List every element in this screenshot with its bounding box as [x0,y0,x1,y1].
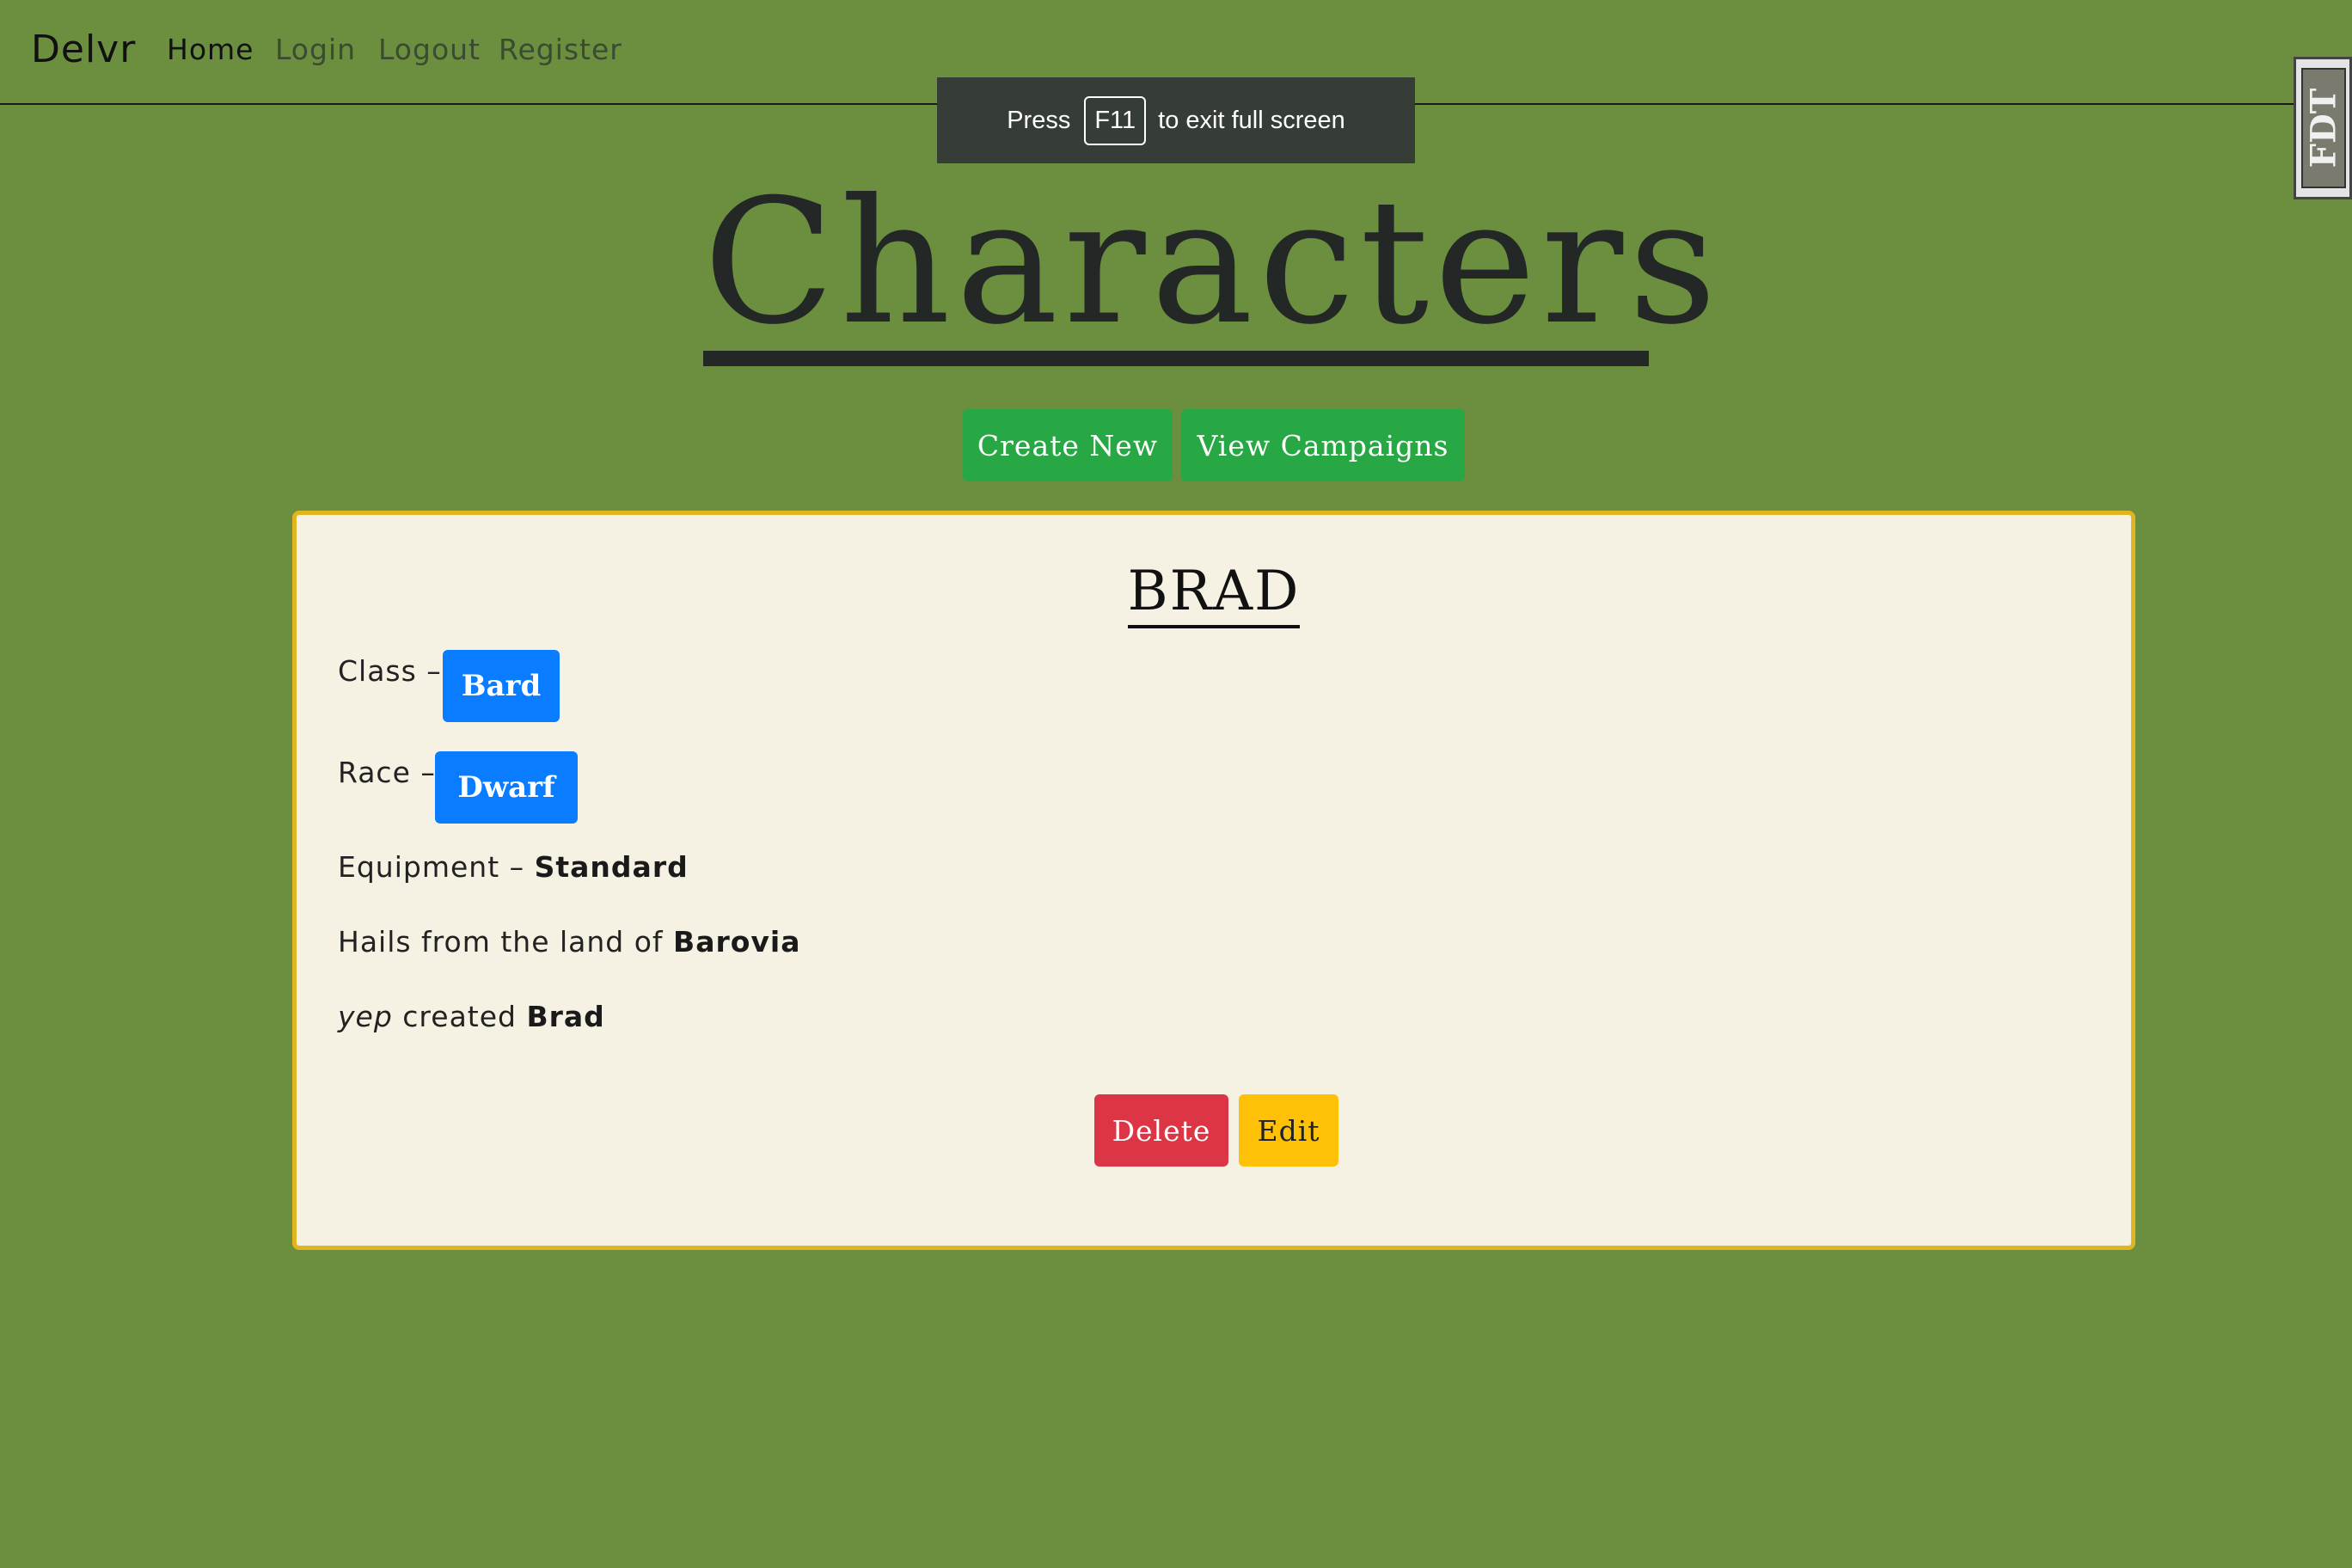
side-widget-panel: FDT [2301,68,2346,188]
edit-button[interactable]: Edit [1239,1094,1338,1167]
title-underline [703,351,1649,366]
side-widget-tab[interactable]: FDT [2294,57,2352,199]
origin-label: Hails from the land of [338,925,664,959]
creator-value: Brad [526,1000,605,1033]
character-name: BRAD [297,560,2131,628]
nav-logout-link[interactable]: Logout [378,33,481,66]
race-badge[interactable]: Dwarf [435,751,578,824]
fullscreen-notice-prefix: Press [1007,106,1071,134]
view-campaigns-button[interactable]: View Campaigns [1181,409,1465,481]
nav-login-link[interactable]: Login [275,33,356,66]
class-label: Class – [338,654,442,688]
origin-row: Hails from the land of Barovia [338,925,801,959]
origin-value: Barovia [673,925,801,959]
side-widget-label: FDT [2303,88,2344,168]
class-badge[interactable]: Bard [443,650,560,722]
character-name-text: BRAD [1127,560,1301,628]
page-title: Characters [703,162,1722,363]
create-new-button[interactable]: Create New [963,409,1173,481]
brand-link[interactable]: Delvr [31,28,136,71]
nav-home-link[interactable]: Home [167,33,254,66]
character-card: BRAD Class – Bard Race – Dwarf Equipment… [292,511,2135,1250]
equipment-value: Standard [534,850,689,884]
nav-register-link[interactable]: Register [499,33,622,66]
race-label: Race – [338,756,436,789]
equipment-row: Equipment – Standard [338,850,689,884]
equipment-label: Equipment – [338,850,525,884]
creator-user: yep [338,1000,393,1033]
creator-label: created [402,1000,517,1033]
f11-key-badge: F11 [1084,95,1147,145]
delete-button[interactable]: Delete [1094,1094,1228,1167]
fullscreen-notice-suffix: to exit full screen [1158,106,1345,134]
creator-row: yep created Brad [338,1000,605,1033]
fullscreen-notice: Press F11 to exit full screen [937,77,1415,163]
